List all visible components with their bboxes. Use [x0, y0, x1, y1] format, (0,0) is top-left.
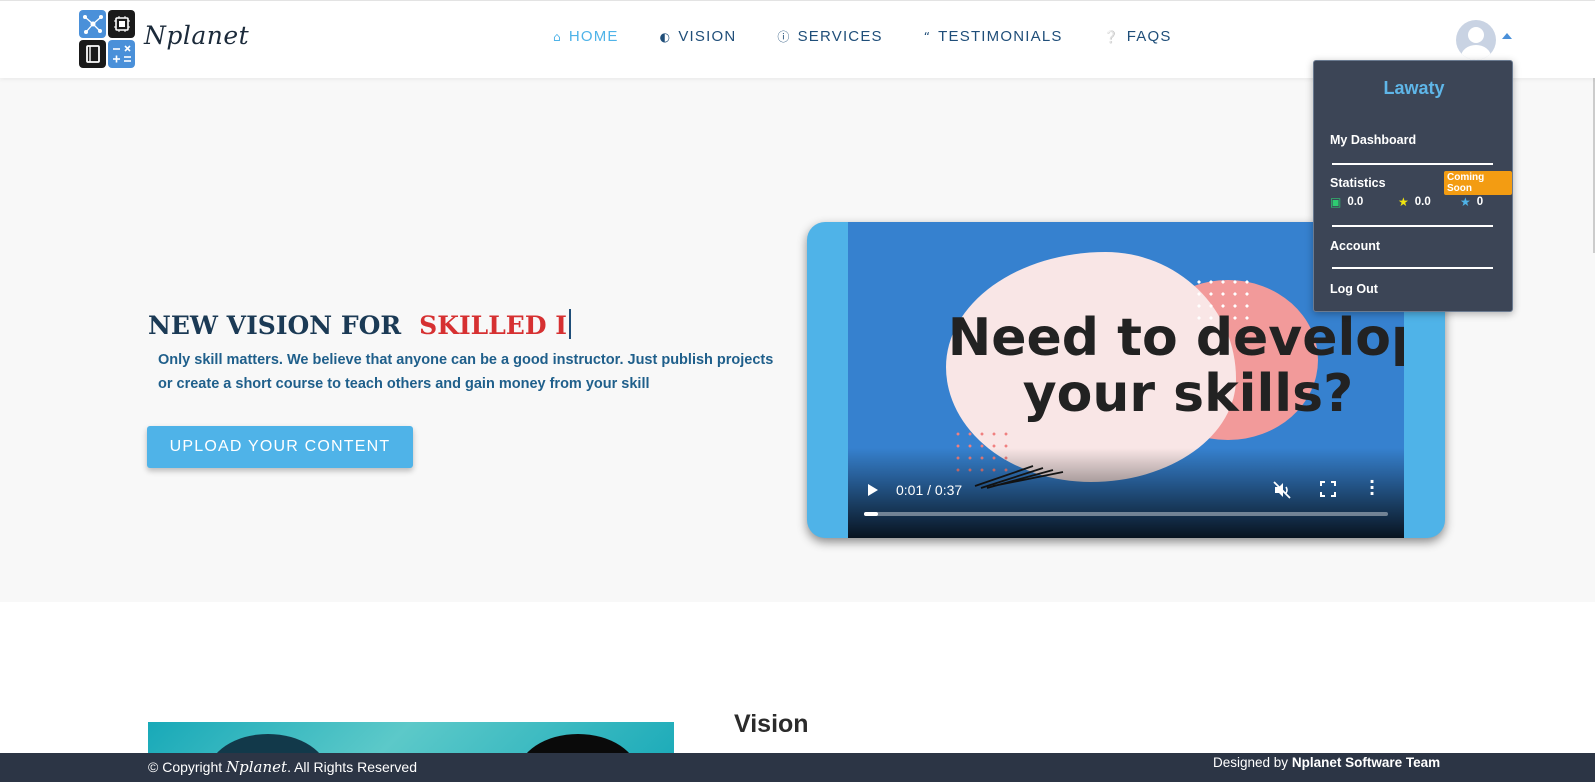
fullscreen-icon[interactable] [1320, 481, 1336, 497]
nav-item-services[interactable]: ⓘ SERVICES [777, 28, 882, 45]
upload-content-button[interactable]: UPLOAD YOUR CONTENT [147, 426, 413, 468]
designed-by-text: Designed by Nplanet Software Team [1213, 755, 1440, 770]
info-icon: ⓘ [777, 30, 791, 44]
avatar-body [1461, 45, 1491, 60]
nav-item-testimonials[interactable]: “ TESTIMONIALS [924, 28, 1063, 45]
typing-cursor [568, 309, 571, 339]
star-icon: ★ [1398, 195, 1409, 209]
money-icon: ▣ [1330, 195, 1342, 209]
stat-money-value: 0.0 [1347, 196, 1364, 208]
book-icon [79, 40, 106, 68]
home-icon: ⌂ [553, 29, 562, 44]
hero-title-static: NEW VISION FOR [148, 311, 402, 340]
nav-item-label: HOME [568, 28, 619, 45]
more-options-icon[interactable]: · · · [1369, 474, 1375, 502]
stat-rating: ★ 0.0 [1398, 195, 1431, 209]
user-dropdown-menu: Lawaty My Dashboard Statistics Coming So… [1313, 60, 1513, 312]
nav-item-home[interactable]: ⌂ HOME [553, 28, 619, 45]
designed-prefix: Designed by [1213, 755, 1289, 770]
question-icon: ❔ [1103, 29, 1120, 44]
nav-item-label: SERVICES [797, 28, 883, 45]
quote-icon: “ [923, 29, 932, 44]
video-time: 0:01 / 0:37 [896, 482, 963, 498]
username: Lawaty [1383, 78, 1445, 98]
chip-icon [108, 10, 135, 38]
calculator-icon [108, 40, 135, 68]
video-controls: 0:01 / 0:37 · · · [848, 474, 1404, 506]
nav-item-label: VISION [678, 28, 737, 45]
nav-item-vision[interactable]: ◐ VISION [660, 28, 737, 45]
hero-title-typed: SKILLED I [419, 311, 567, 340]
video-overlay-text: Need to develop your skills? [947, 308, 1404, 424]
menu-divider [1332, 267, 1493, 269]
vision-heading: Vision [734, 710, 809, 738]
stat-stars-value: 0 [1476, 196, 1484, 208]
menu-item-account[interactable]: Account [1330, 239, 1380, 253]
brand-name[interactable]: Nplanet [144, 21, 249, 50]
stat-money: ▣ 0.0 [1330, 195, 1363, 209]
menu-divider [1332, 163, 1493, 165]
stat-stars: ★ 0 [1460, 195, 1483, 209]
star-icon: ★ [1460, 195, 1471, 209]
nav-item-label: FAQS [1126, 28, 1172, 45]
copyright-prefix: © Copyright [148, 759, 223, 775]
nav-item-faqs[interactable]: ❔ FAQS [1104, 28, 1172, 45]
stat-rating-value: 0.0 [1414, 196, 1431, 208]
video-progress-bar[interactable] [864, 512, 1388, 516]
menu-item-dashboard[interactable]: My Dashboard [1330, 133, 1416, 147]
main-nav: ⌂ HOME ◐ VISION ⓘ SERVICES “ TESTIMONIAL… [553, 28, 1213, 45]
copyright-brand[interactable]: Nplanet [226, 758, 287, 776]
caret-up-icon[interactable] [1502, 33, 1512, 39]
menu-divider [1332, 225, 1493, 227]
video-progress-fill [864, 512, 879, 516]
nplanet-logo[interactable] [79, 10, 135, 68]
copyright-suffix: . All Rights Reserved [287, 759, 418, 775]
menu-item-statistics[interactable]: Statistics [1330, 176, 1386, 190]
muted-icon[interactable] [1272, 480, 1292, 500]
hero-title: NEW VISION FOR SKILLED I [148, 309, 571, 340]
coming-soon-badge: Coming Soon [1444, 171, 1512, 195]
nav-item-label: TESTIMONIALS [938, 28, 1063, 45]
footer: © Copyright Nplanet. All Rights Reserved… [0, 753, 1595, 782]
network-icon [79, 10, 106, 38]
brain-icon: ◐ [659, 29, 672, 44]
copyright-text: © Copyright Nplanet. All Rights Reserved [148, 758, 417, 776]
hero-description: Only skill matters. We believe that anyo… [158, 352, 774, 392]
designed-team-link[interactable]: Nplanet Software Team [1292, 755, 1440, 770]
menu-item-logout[interactable]: Log Out [1330, 282, 1378, 296]
play-icon[interactable] [868, 484, 878, 496]
avatar-head [1468, 27, 1484, 43]
user-avatar[interactable] [1456, 20, 1496, 60]
